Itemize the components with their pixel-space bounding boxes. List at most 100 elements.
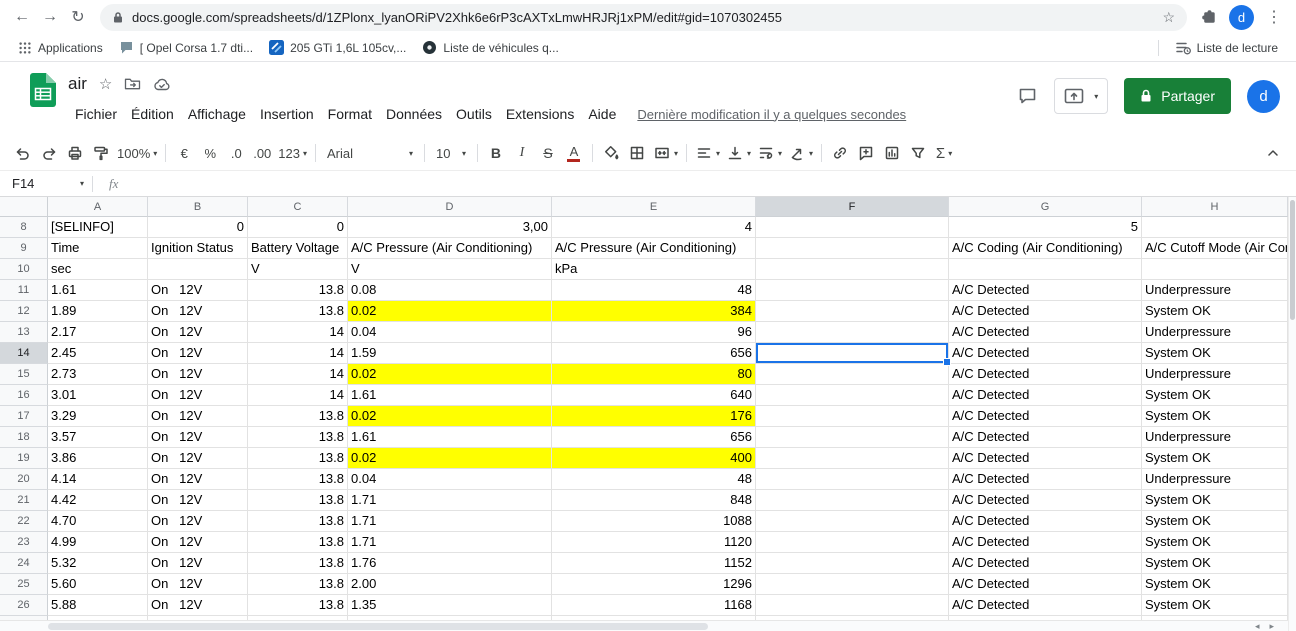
cell-D22[interactable]: 1.71: [348, 511, 552, 532]
cell-G26[interactable]: A/C Detected: [949, 595, 1142, 616]
cloud-status-icon[interactable]: [153, 77, 171, 91]
formula-input[interactable]: [134, 171, 1296, 196]
cell-G14[interactable]: A/C Detected: [949, 343, 1142, 364]
cell-D16[interactable]: 1.61: [348, 385, 552, 406]
cell-B20[interactable]: On 12V: [148, 469, 248, 490]
row-header-25[interactable]: 25: [0, 574, 48, 595]
cell-E12[interactable]: 384: [552, 301, 756, 322]
filter-button[interactable]: [905, 140, 931, 166]
row-header-8[interactable]: 8: [0, 217, 48, 238]
row-header-24[interactable]: 24: [0, 553, 48, 574]
cell-H23[interactable]: System OK: [1142, 532, 1288, 553]
cell-H21[interactable]: System OK: [1142, 490, 1288, 511]
cell-D17[interactable]: 0.02: [348, 406, 552, 427]
cell-C21[interactable]: 13.8: [248, 490, 348, 511]
text-wrap-button[interactable]: ▾: [754, 140, 785, 166]
cell-C14[interactable]: 14: [248, 343, 348, 364]
cell-D8[interactable]: 3,00: [348, 217, 552, 238]
menu-affichage[interactable]: Affichage: [181, 104, 253, 124]
menu-format[interactable]: Format: [321, 104, 379, 124]
cell-E8[interactable]: 4: [552, 217, 756, 238]
row-header-21[interactable]: 21: [0, 490, 48, 511]
reading-list-button[interactable]: Liste de lecture: [1167, 37, 1286, 59]
cell-A21[interactable]: 4.42: [48, 490, 148, 511]
cell-G23[interactable]: A/C Detected: [949, 532, 1142, 553]
cell-C13[interactable]: 14: [248, 322, 348, 343]
cell-D19[interactable]: 0.02: [348, 448, 552, 469]
cell-H15[interactable]: Underpressure: [1142, 364, 1288, 385]
menu-donnees[interactable]: Données: [379, 104, 449, 124]
row-header-22[interactable]: 22: [0, 511, 48, 532]
cell-A26[interactable]: 5.88: [48, 595, 148, 616]
cell-H22[interactable]: System OK: [1142, 511, 1288, 532]
cell-B25[interactable]: On 12V: [148, 574, 248, 595]
column-header-e[interactable]: E: [552, 197, 756, 217]
cell-D15[interactable]: 0.02: [348, 364, 552, 385]
cell-F11[interactable]: [756, 280, 949, 301]
column-header-d[interactable]: D: [348, 197, 552, 217]
cell-C10[interactable]: V: [248, 259, 348, 280]
cell-D25[interactable]: 2.00: [348, 574, 552, 595]
cell-A18[interactable]: 3.57: [48, 427, 148, 448]
insert-chart-button[interactable]: [879, 140, 905, 166]
move-folder-icon[interactable]: [124, 77, 141, 91]
cell-E22[interactable]: 1088: [552, 511, 756, 532]
insert-comment-button[interactable]: [853, 140, 879, 166]
cell-E14[interactable]: 656: [552, 343, 756, 364]
cell-B10[interactable]: [148, 259, 248, 280]
row-header-18[interactable]: 18: [0, 427, 48, 448]
cell-F26[interactable]: [756, 595, 949, 616]
decrease-decimals-button[interactable]: .0: [223, 140, 249, 166]
cell-A12[interactable]: 1.89: [48, 301, 148, 322]
cell-E26[interactable]: 1168: [552, 595, 756, 616]
print-button[interactable]: [62, 140, 88, 166]
cell-C8[interactable]: 0: [248, 217, 348, 238]
menu-fichier[interactable]: Fichier: [68, 104, 124, 124]
percent-format-button[interactable]: %: [197, 140, 223, 166]
cell-G18[interactable]: A/C Detected: [949, 427, 1142, 448]
cell-H10[interactable]: [1142, 259, 1288, 280]
cell-E18[interactable]: 656: [552, 427, 756, 448]
cell-C25[interactable]: 13.8: [248, 574, 348, 595]
bookmark-item[interactable]: 205 GTi 1,6L 105cv,...: [261, 37, 414, 59]
select-all-corner[interactable]: [0, 197, 48, 217]
cell-C11[interactable]: 13.8: [248, 280, 348, 301]
strikethrough-button[interactable]: S: [535, 140, 561, 166]
cell-H11[interactable]: Underpressure: [1142, 280, 1288, 301]
menu-outils[interactable]: Outils: [449, 104, 499, 124]
cell-F21[interactable]: [756, 490, 949, 511]
user-avatar[interactable]: d: [1247, 79, 1280, 113]
cell-B18[interactable]: On 12V: [148, 427, 248, 448]
increase-decimals-button[interactable]: .00: [249, 140, 275, 166]
row-header-9[interactable]: 9: [0, 238, 48, 259]
cell-A23[interactable]: 4.99: [48, 532, 148, 553]
star-icon[interactable]: ☆: [99, 75, 112, 93]
row-header-26[interactable]: 26: [0, 595, 48, 616]
cell-D18[interactable]: 1.61: [348, 427, 552, 448]
cell-B11[interactable]: On 12V: [148, 280, 248, 301]
cell-E24[interactable]: 1152: [552, 553, 756, 574]
cell-A16[interactable]: 3.01: [48, 385, 148, 406]
undo-button[interactable]: [10, 140, 36, 166]
scroll-right-icon[interactable]: ▸: [1269, 621, 1274, 631]
row-header-19[interactable]: 19: [0, 448, 48, 469]
cell-F14[interactable]: [756, 343, 951, 366]
zoom-select[interactable]: 100% ▾: [114, 140, 160, 166]
collapse-toolbar-button[interactable]: [1260, 140, 1286, 166]
cell-E20[interactable]: 48: [552, 469, 756, 490]
cell-B19[interactable]: On 12V: [148, 448, 248, 469]
last-edit-link[interactable]: Dernière modification il y a quelques se…: [637, 107, 906, 122]
cell-H14[interactable]: System OK: [1142, 343, 1288, 364]
column-header-c[interactable]: C: [248, 197, 348, 217]
cell-C26[interactable]: 13.8: [248, 595, 348, 616]
row-header-23[interactable]: 23: [0, 532, 48, 553]
cell-F16[interactable]: [756, 385, 949, 406]
cell-G21[interactable]: A/C Detected: [949, 490, 1142, 511]
functions-button[interactable]: Σ ▾: [931, 140, 957, 166]
row-header-13[interactable]: 13: [0, 322, 48, 343]
cell-D21[interactable]: 1.71: [348, 490, 552, 511]
cell-G19[interactable]: A/C Detected: [949, 448, 1142, 469]
cell-E15[interactable]: 80: [552, 364, 756, 385]
paint-format-button[interactable]: [88, 140, 114, 166]
name-box[interactable]: F14 ▾: [0, 171, 92, 196]
